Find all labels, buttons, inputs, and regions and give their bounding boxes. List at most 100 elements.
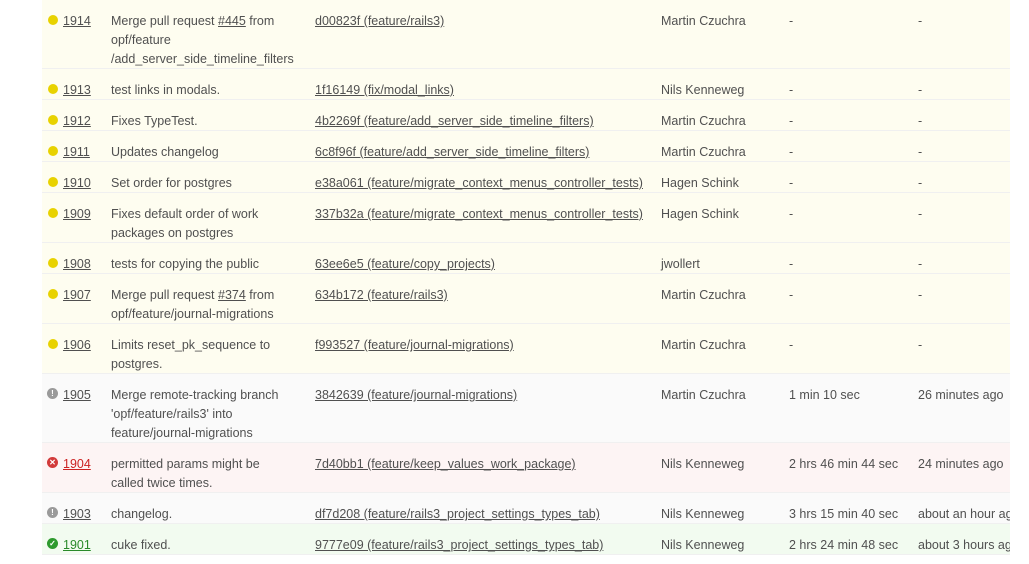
commit-message: Merge pull request #374 from opf/feature… [111, 286, 291, 324]
message-text: Set order for postgres [111, 176, 232, 190]
commit-cell: 9777e09 (feature/rails3_project_settings… [315, 536, 603, 555]
build-number-cell: 1911 [63, 143, 90, 162]
commit-message: Fixes default order of work packages on … [111, 205, 291, 243]
commit-link[interactable]: d00823f (feature/rails3) [315, 14, 444, 28]
build-row: 1906 Limits reset_pk_sequence to postgres… [42, 324, 1010, 374]
finished-time: - [918, 257, 923, 271]
build-number-cell: 1906 [63, 336, 91, 355]
pending-dot [48, 208, 58, 218]
build-number-cell: 1910 [63, 174, 91, 193]
build-number-link[interactable]: 1910 [63, 176, 91, 190]
build-number-cell: 1904 [63, 455, 91, 474]
commit-message: Merge pull request #445 from opf/feature… [111, 12, 294, 69]
page-edge [1010, 0, 1029, 564]
author: Martin Czuchra [661, 114, 746, 128]
build-number-cell: 1903 [63, 505, 91, 524]
duration: 3 hrs 15 min 40 sec [789, 507, 899, 521]
commit-link[interactable]: f993527 (feature/journal-migrations) [315, 338, 514, 352]
build-number-cell: 1901 [63, 536, 91, 555]
build-number-link[interactable]: 1913 [63, 83, 91, 97]
pending-dot-icon [47, 14, 59, 26]
build-number-link[interactable]: 1906 [63, 338, 91, 352]
message-text: Merge pull request [111, 288, 219, 302]
build-number-cell: 1913 [63, 81, 91, 100]
pending-dot-icon [47, 338, 59, 350]
commit-cell: 337b32a (feature/migrate_context_menus_c… [315, 205, 643, 224]
build-number-link[interactable]: 1905 [63, 388, 91, 402]
build-row: 1911 Updates changelog 6c8f96f (feature/ad… [42, 131, 1010, 162]
build-number-cell: 1914 [63, 12, 91, 31]
pending-dot [48, 15, 58, 25]
pull-request-link[interactable]: #374 [218, 288, 246, 302]
build-number-link[interactable]: 1909 [63, 207, 91, 221]
build-number-link[interactable]: 1912 [63, 114, 91, 128]
build-row: ! 1905 Merge remote-tracking branch 'opf/f… [42, 374, 1010, 443]
finished-time: about 3 hours ago [918, 538, 1019, 552]
author: jwollert [661, 257, 700, 271]
duration: - [789, 145, 794, 159]
exclamation-icon: ! [47, 507, 59, 519]
pending-dot-icon [47, 114, 59, 126]
duration: 1 min 10 sec [789, 388, 860, 402]
finished-time: - [918, 14, 923, 28]
commit-link[interactable]: 4b2269f (feature/add_server_side_timelin… [315, 114, 594, 128]
build-number-link[interactable]: 1904 [63, 457, 91, 471]
pending-dot [48, 258, 58, 268]
build-number-link[interactable]: 1901 [63, 538, 91, 552]
message-text: Limits reset_pk_sequence to postgres. [111, 338, 271, 371]
commit-link[interactable]: 634b172 (feature/rails3) [315, 288, 448, 302]
commit-cell: 63ee6e5 (feature/copy_projects) [315, 255, 495, 274]
commit-cell: df7d208 (feature/rails3_project_settings… [315, 505, 600, 524]
cross-icon: ✕ [47, 457, 59, 469]
commit-message: Updates changelog [111, 143, 291, 162]
build-row: ✓ 1901 cuke fixed. 9777e09 (feature/rails3_… [42, 524, 1019, 555]
commit-link[interactable]: 6c8f96f (feature/add_server_side_timelin… [315, 145, 589, 159]
author: Martin Czuchra [661, 338, 746, 352]
duration: - [789, 257, 794, 271]
build-number-link[interactable]: 1911 [63, 145, 90, 159]
finished-time: 26 minutes ago [918, 388, 1004, 402]
message-text: changelog. [111, 507, 173, 521]
commit-link[interactable]: df7d208 (feature/rails3_project_settings… [315, 507, 600, 521]
commit-link[interactable]: e38a061 (feature/migrate_context_menus_c… [315, 176, 643, 190]
duration: - [789, 83, 794, 97]
build-number-link[interactable]: 1907 [63, 288, 91, 302]
pending-dot-icon [47, 176, 59, 188]
build-row: ! 1903 changelog. df7d208 (feature/rails3_p… [42, 493, 1019, 524]
check-icon-glyph: ✓ [47, 538, 58, 549]
pending-dot-icon [47, 207, 59, 219]
build-number-link[interactable]: 1903 [63, 507, 91, 521]
build-number-link[interactable]: 1914 [63, 14, 91, 28]
author: Nils Kenneweg [661, 538, 745, 552]
pending-dot-icon [47, 257, 59, 269]
commit-link[interactable]: 63ee6e5 (feature/copy_projects) [315, 257, 495, 271]
finished-time: - [918, 176, 923, 190]
build-row: 1914 Merge pull request #445 from opf/fea… [42, 0, 1010, 69]
commit-cell: f993527 (feature/journal-migrations) [315, 336, 514, 355]
build-row: ✕ 1904 permitted params might be called tw… [42, 443, 1010, 493]
build-number-cell: 1907 [63, 286, 91, 305]
pending-dot [48, 146, 58, 156]
commit-link[interactable]: 1f16149 (fix/modal_links) [315, 83, 454, 97]
pull-request-link[interactable]: #445 [218, 14, 246, 28]
exclamation-icon: ! [47, 388, 59, 400]
pending-dot [48, 115, 58, 125]
build-row: 1908tests for copying the public status6… [42, 243, 1010, 290]
build-row: 1913 test links in modals. 1f16149 (fix/mo… [42, 69, 1010, 100]
commit-link[interactable]: 7d40bb1 (feature/keep_values_work_packag… [315, 457, 576, 471]
message-text: permitted params might be called twice t… [111, 457, 260, 490]
commit-link[interactable]: 337b32a (feature/migrate_context_menus_c… [315, 207, 643, 221]
commit-message: Set order for postgres [111, 174, 291, 193]
pending-dot [48, 177, 58, 187]
build-row: 1909 Fixes default order of work packages… [42, 193, 1010, 243]
finished-time: - [918, 288, 923, 302]
commit-message: changelog. [111, 505, 291, 524]
commit-link[interactable]: 3842639 (feature/journal-migrations) [315, 388, 517, 402]
commit-cell: 6c8f96f (feature/add_server_side_timelin… [315, 143, 589, 162]
build-number-link[interactable]: 1908 [63, 257, 91, 271]
build-number-cell: 1908 [63, 255, 91, 274]
commit-link[interactable]: 9777e09 (feature/rails3_project_settings… [315, 538, 603, 552]
message-text: Fixes default order of work packages on … [111, 207, 259, 240]
pending-dot [48, 84, 58, 94]
builds-table: 1914 Merge pull request #445 from opf/fea… [42, 0, 1019, 555]
